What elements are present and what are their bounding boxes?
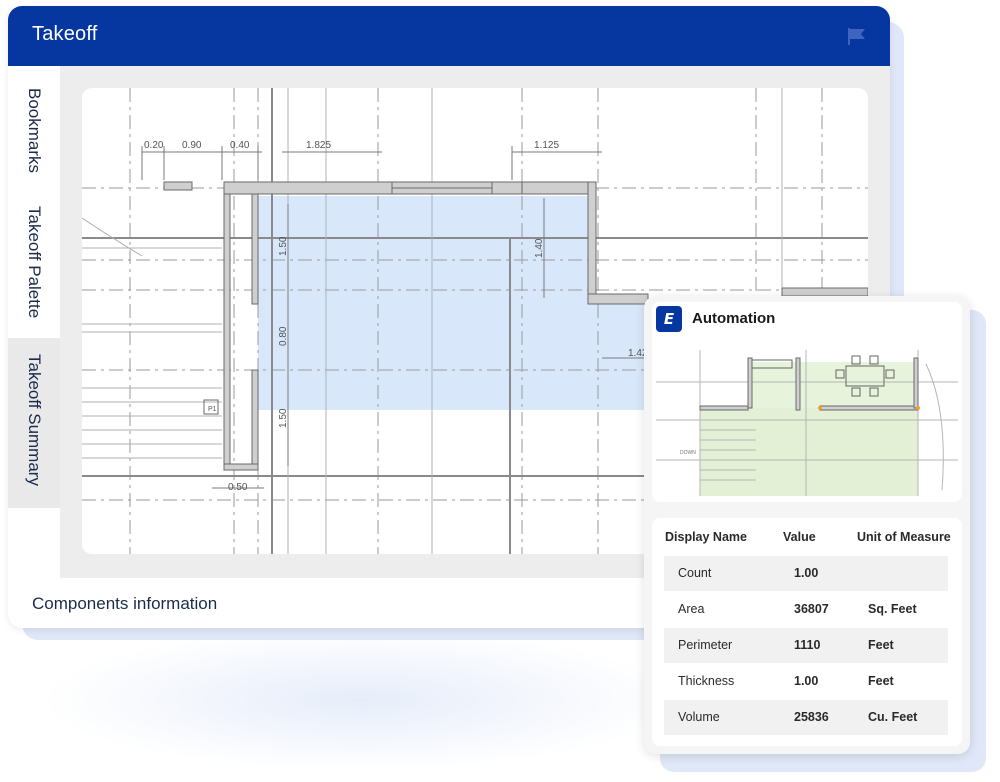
row-name: Perimeter — [678, 638, 733, 652]
components-info-label[interactable]: Components information — [32, 594, 217, 614]
dim-label: 0.40 — [230, 140, 250, 151]
table-row: Thickness 1.00 Feet — [664, 664, 948, 699]
dim-label: 1.125 — [534, 140, 559, 151]
header-value: Value — [783, 530, 816, 544]
row-value: 1.00 — [794, 674, 819, 688]
tab-takeoff-summary[interactable]: Takeoff Summary — [8, 338, 60, 508]
row-unit: Sq. Feet — [868, 602, 917, 616]
dim-label: 1.40 — [534, 238, 545, 258]
automation-header: E Automation DOWN — [652, 302, 962, 502]
table-row: Volume 25836 Cu. Feet — [664, 700, 948, 735]
automation-panel: E Automation DOWN Display Name Value Uni… — [644, 296, 970, 754]
header-unit: Unit of Measure — [857, 530, 951, 544]
tab-bookmarks[interactable]: Bookmarks — [8, 72, 60, 190]
automation-title: Automation — [692, 310, 776, 327]
row-unit: Feet — [868, 638, 894, 652]
preview-label: DOWN — [680, 450, 696, 456]
row-value: 1110 — [794, 638, 821, 652]
dim-label: 1.825 — [306, 140, 331, 151]
table-row: Area 36807 Sq. Feet — [664, 592, 948, 627]
row-value: 1.00 — [794, 566, 819, 580]
row-name: Area — [678, 602, 705, 616]
table-header: Display Name Value Unit of Measure — [652, 518, 962, 552]
dim-label: 0.90 — [182, 140, 202, 151]
table-row: Count 1.00 — [664, 556, 948, 591]
tab-takeoff-palette-label: Takeoff Palette — [25, 206, 44, 319]
properties-table: Display Name Value Unit of Measure Count… — [652, 518, 962, 746]
table-row: Perimeter 1110 Feet — [664, 628, 948, 663]
tab-bookmarks-label: Bookmarks — [25, 88, 44, 174]
background-glow — [40, 630, 680, 770]
titlebar: Takeoff — [8, 6, 890, 66]
row-value: 36807 — [794, 602, 829, 616]
automation-preview[interactable]: DOWN — [656, 350, 958, 496]
dim-label: 1.50 — [278, 236, 289, 256]
header-display-name: Display Name — [665, 530, 747, 544]
tab-takeoff-summary-label: Takeoff Summary — [25, 354, 44, 486]
dim-label: 1.50 — [278, 408, 289, 428]
flag-icon[interactable] — [846, 26, 868, 46]
preview-area — [700, 408, 918, 496]
door-tag: P1 — [208, 406, 217, 413]
row-value: 25836 — [794, 710, 829, 724]
row-name: Count — [678, 566, 712, 580]
tab-takeoff-palette[interactable]: Takeoff Palette — [8, 190, 60, 338]
side-tabs: Bookmarks Takeoff Palette Takeoff Summar… — [8, 66, 60, 586]
row-unit: Cu. Feet — [868, 710, 918, 724]
dim-label: 0.20 — [144, 140, 164, 151]
row-unit: Feet — [868, 674, 894, 688]
dim-label: 0.50 — [228, 482, 248, 493]
dim-label: 0.80 — [278, 326, 289, 346]
window-title: Takeoff — [32, 23, 98, 45]
logo-icon: E — [656, 306, 682, 332]
row-name: Thickness — [678, 674, 735, 688]
row-name: Volume — [678, 710, 720, 724]
